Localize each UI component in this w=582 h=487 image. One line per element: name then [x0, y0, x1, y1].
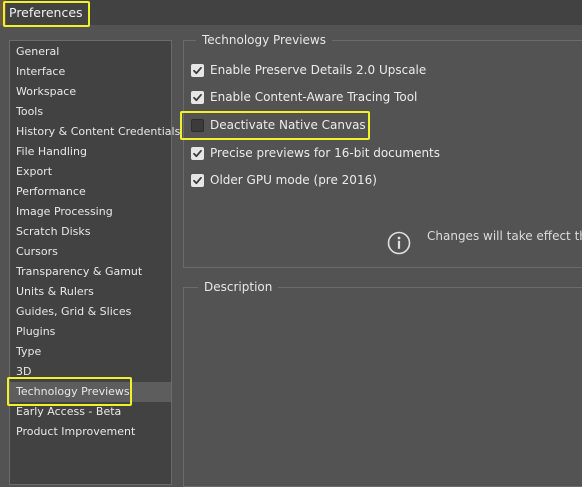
- checkmark-icon: [193, 176, 202, 185]
- checkbox-enable-content-aware-tracing-tool[interactable]: [191, 91, 204, 104]
- info-icon: [387, 231, 411, 255]
- sidebar-item-workspace[interactable]: Workspace: [16, 82, 76, 102]
- sidebar-item-scratch-disks[interactable]: Scratch Disks: [16, 222, 90, 242]
- sidebar-item-units-rulers[interactable]: Units & Rulers: [16, 282, 94, 302]
- option-label: Enable Content-Aware Tracing Tool: [210, 90, 418, 104]
- sidebar-item-product-improvement[interactable]: Product Improvement: [16, 422, 135, 442]
- description-group: [183, 287, 582, 487]
- option-label: Older GPU mode (pre 2016): [210, 173, 377, 187]
- technology-previews-legend: Technology Previews: [196, 33, 332, 47]
- sidebar-item-plugins[interactable]: Plugins: [16, 322, 55, 342]
- sidebar-item-general[interactable]: General: [16, 42, 59, 62]
- option-label: Precise previews for 16-bit documents: [210, 146, 441, 160]
- checkmark-icon: [193, 93, 202, 102]
- sidebar-item-history-content-credentials[interactable]: History & Content Credentials: [16, 122, 180, 142]
- sidebar-item-type[interactable]: Type: [16, 342, 41, 362]
- sidebar-item-file-handling[interactable]: File Handling: [16, 142, 87, 162]
- sidebar-item-performance[interactable]: Performance: [16, 182, 86, 202]
- highlight-box-deactivate-option: [180, 111, 370, 140]
- checkmark-icon: [193, 149, 202, 158]
- preferences-sidebar: General Interface Workspace Tools History & …: [9, 40, 180, 485]
- sidebar-item-transparency-gamut[interactable]: Transparency & Gamut: [16, 262, 142, 282]
- sidebar-item-export[interactable]: Export: [16, 162, 52, 182]
- highlight-box-title: [3, 1, 90, 27]
- sidebar-item-guides-grid-slices[interactable]: Guides, Grid & Slices: [16, 302, 131, 322]
- checkbox-precise-previews-for-16-bit-documents[interactable]: [191, 147, 204, 160]
- sidebar-item-image-processing[interactable]: Image Processing: [16, 202, 113, 222]
- option-label: Enable Preserve Details 2.0 Upscale: [210, 63, 427, 77]
- checkbox-older-gpu-mode-pre-2016[interactable]: [191, 174, 204, 187]
- description-legend: Description: [198, 280, 279, 294]
- sidebar-item-cursors[interactable]: Cursors: [16, 242, 58, 262]
- restart-notice: Changes will take effect the: [427, 229, 582, 243]
- sidebar-item-tools[interactable]: Tools: [16, 102, 43, 122]
- sidebar-item-interface[interactable]: Interface: [16, 62, 65, 82]
- highlight-box-technology-previews: [7, 377, 132, 406]
- checkbox-enable-preserve-details-2-0-upscale[interactable]: [191, 64, 204, 77]
- checkmark-icon: [193, 66, 202, 75]
